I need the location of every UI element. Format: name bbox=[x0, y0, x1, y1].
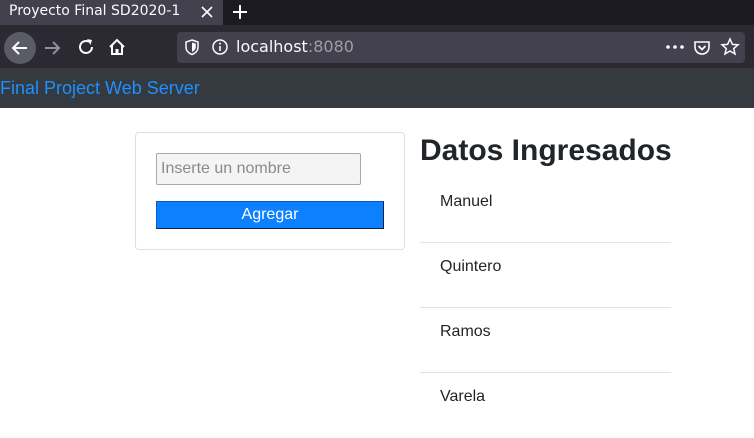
home-icon[interactable] bbox=[107, 37, 127, 57]
list-item: Varela bbox=[440, 388, 486, 405]
tab-title: Proyecto Final SD2020-1 bbox=[9, 3, 181, 19]
back-arrow-icon bbox=[11, 41, 27, 55]
close-tab-icon[interactable] bbox=[199, 4, 215, 20]
form-card bbox=[135, 132, 405, 250]
new-tab-icon[interactable] bbox=[230, 2, 250, 22]
url-host: localhost bbox=[236, 37, 308, 56]
name-input[interactable] bbox=[156, 153, 361, 185]
browser-tab[interactable]: Proyecto Final SD2020-1 bbox=[0, 0, 223, 25]
forward-arrow-icon[interactable] bbox=[42, 38, 62, 58]
site-info-icon[interactable] bbox=[211, 38, 229, 56]
back-button[interactable] bbox=[4, 32, 36, 64]
results-title: Datos Ingresados bbox=[420, 134, 672, 167]
add-button[interactable]: Agregar bbox=[156, 201, 384, 229]
url-text[interactable]: localhost:8080 bbox=[236, 37, 354, 56]
list-item: Ramos bbox=[420, 308, 671, 373]
brand-link[interactable]: Final Project Web Server bbox=[0, 78, 200, 99]
list-item: Quintero bbox=[420, 243, 671, 308]
tracking-protection-shield-icon[interactable] bbox=[183, 38, 201, 56]
results-list: Manuel Quintero Ramos Varela bbox=[420, 178, 671, 438]
reload-icon[interactable] bbox=[76, 37, 96, 57]
url-port: :8080 bbox=[307, 37, 354, 56]
list-item: Manuel bbox=[420, 178, 671, 243]
page-actions-menu-icon[interactable] bbox=[664, 38, 686, 56]
pocket-icon[interactable] bbox=[692, 38, 712, 58]
bookmark-star-icon[interactable] bbox=[720, 37, 740, 57]
